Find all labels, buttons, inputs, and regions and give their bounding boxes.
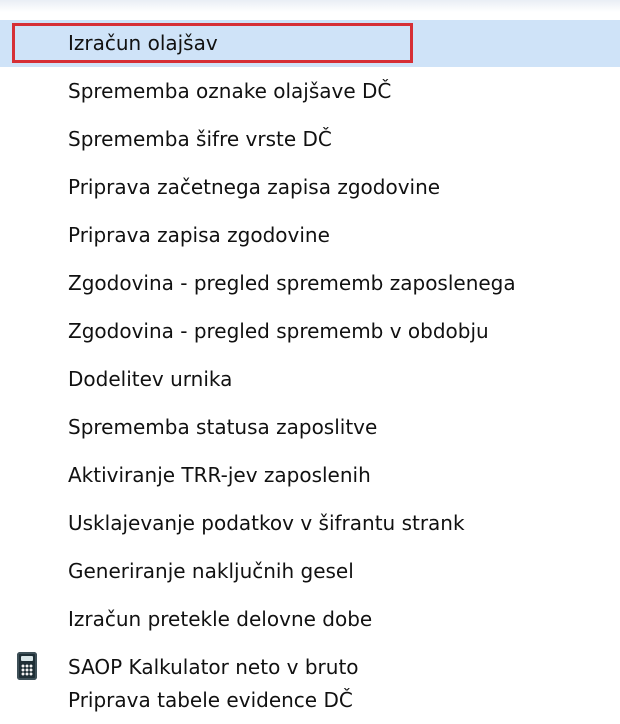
menu-item-sprememba-statusa-zaposlitve[interactable]: Sprememba statusa zaposlitve	[0, 404, 620, 451]
menu-item-priprava-zapisa-zgodovine[interactable]: Priprava zapisa zgodovine	[0, 212, 620, 259]
menu-item-label: Sprememba šifre vrste DČ	[68, 127, 332, 151]
menu-item-priprava-zacetnega-zapisa-zgodovine[interactable]: Priprava začetnega zapisa zgodovine	[0, 164, 620, 211]
menu-item-sprememba-sifre-vrste-dc[interactable]: Sprememba šifre vrste DČ	[0, 116, 620, 163]
menu-item-label: Sprememba oznake olajšave DČ	[68, 79, 392, 103]
menu-item-zgodovina-pregled-sprememb-v-obdobju[interactable]: Zgodovina - pregled sprememb v obdobju	[0, 308, 620, 355]
menu-item-label: Priprava zapisa zgodovine	[68, 223, 330, 247]
context-menu: Izračun olajšav Sprememba oznake olajšav…	[0, 0, 620, 724]
menu-item-generiranje-nakljucnih-gesel[interactable]: Generiranje naključnih gesel	[0, 548, 620, 595]
menu-item-label: Zgodovina - pregled sprememb zaposlenega	[68, 271, 516, 295]
menu-item-izracun-olajsav[interactable]: Izračun olajšav	[0, 20, 620, 67]
menu-item-label: Zgodovina - pregled sprememb v obdobju	[68, 319, 489, 343]
menu-item-label: Izračun pretekle delovne dobe	[68, 607, 373, 631]
menu-item-label: Priprava tabele evidence DČ	[68, 688, 353, 712]
menu-item-zgodovina-pregled-sprememb-zaposlenega[interactable]: Zgodovina - pregled sprememb zaposlenega	[0, 260, 620, 307]
menu-item-izracun-pretekle-delovne-dobe[interactable]: Izračun pretekle delovne dobe	[0, 596, 620, 643]
menu-item-usklajevanje-podatkov-v-sifrantu-strank[interactable]: Usklajevanje podatkov v šifrantu strank	[0, 500, 620, 547]
menu-item-label: Generiranje naključnih gesel	[68, 559, 354, 583]
menu-item-label: Sprememba statusa zaposlitve	[68, 415, 378, 439]
calculator-icon-screen	[21, 656, 33, 661]
menu-item-label: Aktiviranje TRR-jev zaposlenih	[68, 463, 371, 487]
menu-top-edge	[0, 0, 620, 12]
menu-item-aktiviranje-trr-jev-zaposlenih[interactable]: Aktiviranje TRR-jev zaposlenih	[0, 452, 620, 499]
calculator-icon-body	[17, 652, 37, 680]
calculator-icon-keys	[21, 664, 33, 676]
menu-item-label: Izračun olajšav	[68, 31, 218, 55]
menu-item-label: Usklajevanje podatkov v šifrantu strank	[68, 511, 465, 535]
menu-item-label: Dodelitev urnika	[68, 367, 233, 391]
menu-item-dodelitev-urnika[interactable]: Dodelitev urnika	[0, 356, 620, 403]
menu-item-label: Priprava začetnega zapisa zgodovine	[68, 175, 441, 199]
menu-item-sprememba-oznake-olajsave-dc[interactable]: Sprememba oznake olajšave DČ	[0, 68, 620, 115]
menu-item-priprava-tabele-evidence-dc[interactable]: Priprava tabele evidence DČ	[0, 677, 620, 724]
